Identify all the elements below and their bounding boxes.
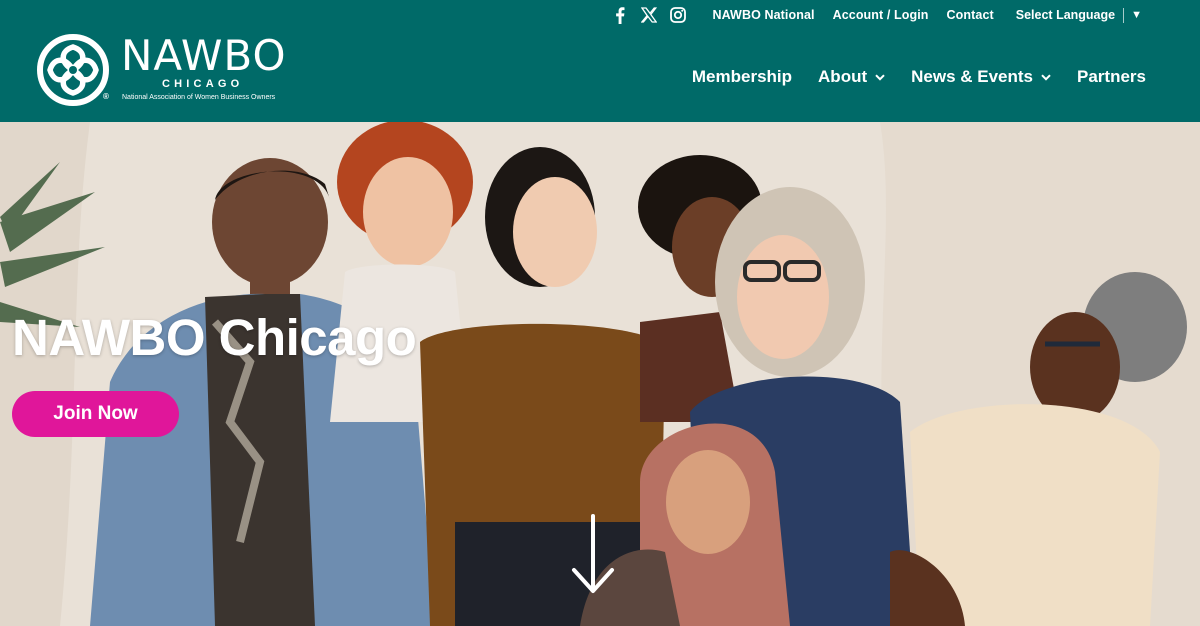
facebook-icon[interactable] <box>611 6 628 24</box>
site-logo[interactable]: ® NAWBO CHICAGO National Association of … <box>36 33 298 107</box>
logo-wordmark: NAWBO <box>121 31 287 80</box>
x-icon[interactable] <box>640 7 657 24</box>
link-nawbo-national[interactable]: NAWBO National <box>712 8 814 22</box>
nav-membership[interactable]: Membership <box>692 67 792 87</box>
logo-tagline: National Association of Women Business O… <box>122 94 276 101</box>
instagram-icon[interactable] <box>669 7 686 24</box>
logo-city: CHICAGO <box>162 78 244 90</box>
link-account-login[interactable]: Account / Login <box>833 8 929 22</box>
language-selector-label: Select Language <box>1015 8 1116 22</box>
dropdown-arrow-icon: ▼ <box>1131 8 1142 21</box>
hero-section: NAWBO Chicago Join Now <box>0 122 1200 626</box>
nav-membership-label: Membership <box>691 67 793 86</box>
nav-partners[interactable]: Partners <box>1077 67 1146 87</box>
nav-partners-label: Partners <box>1077 67 1146 86</box>
arrow-down-icon[interactable] <box>570 514 616 596</box>
nawbo-logo-icon <box>37 34 109 106</box>
nav-news-events-label: News & Events <box>911 67 1034 86</box>
language-selector[interactable]: Select Language ▼ <box>1015 7 1142 23</box>
language-separator <box>1123 7 1125 23</box>
registered-mark: ® <box>103 92 109 101</box>
nav-news-events[interactable]: News & Events <box>911 67 1051 87</box>
chevron-down-icon <box>875 73 885 81</box>
join-now-button[interactable]: Join Now <box>12 391 179 437</box>
chevron-down-icon <box>1041 73 1051 81</box>
nav-about[interactable]: About <box>818 67 885 87</box>
link-contact[interactable]: Contact <box>947 8 994 22</box>
hero-title: NAWBO Chicago <box>12 309 417 366</box>
social-links <box>611 6 686 24</box>
nav-about-label: About <box>818 67 868 86</box>
site-header: NAWBO National Account / Login Contact S… <box>0 0 1200 122</box>
top-bar: NAWBO National Account / Login Contact S… <box>611 4 1142 26</box>
main-nav: Membership About News & Events Partners <box>666 64 1146 90</box>
